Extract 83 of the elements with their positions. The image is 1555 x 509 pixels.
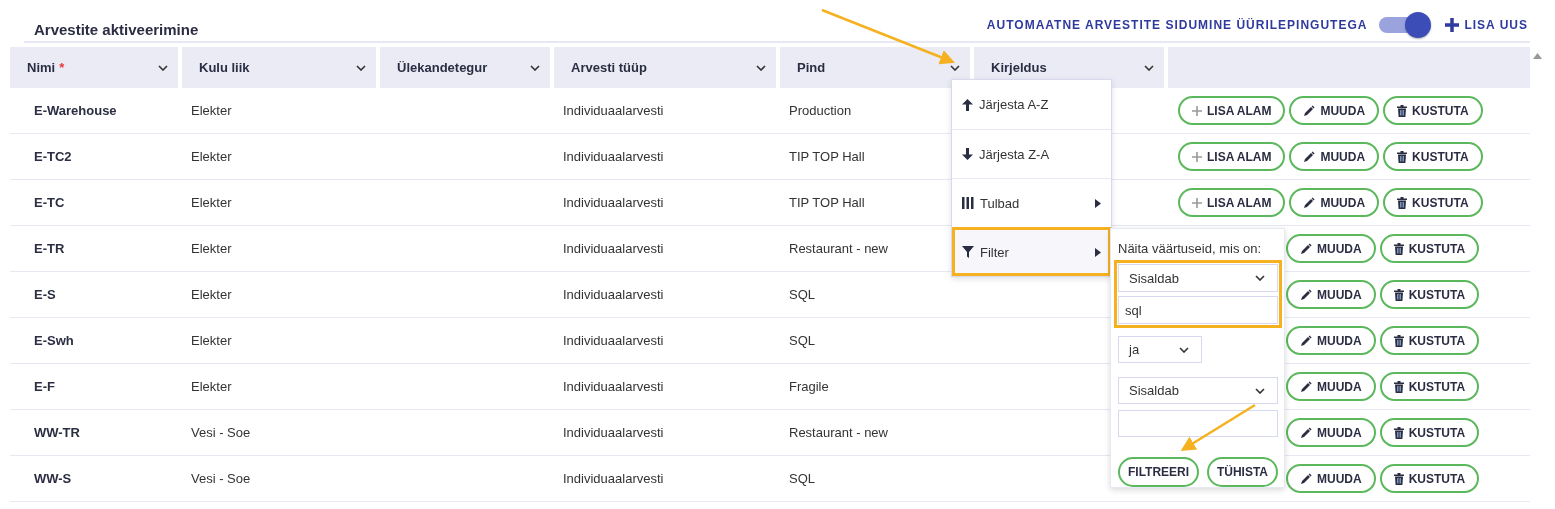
- table-cell: E-F: [34, 379, 55, 394]
- edit-button[interactable]: MUUDA: [1289, 188, 1380, 217]
- delete-button[interactable]: KUSTUTA: [1379, 280, 1480, 309]
- table-cell: Individuaalarvesti: [563, 425, 664, 440]
- table-cell: Individuaalarvesti: [563, 287, 664, 302]
- table-cell: SQL: [789, 471, 815, 486]
- edit-button[interactable]: MUUDA: [1286, 326, 1376, 355]
- column-header[interactable]: Kulu liik: [182, 47, 376, 88]
- edit-button[interactable]: MUUDA: [1286, 372, 1376, 401]
- table-cell: Restaurant - new: [789, 241, 888, 256]
- table-cell: Fragile: [789, 379, 829, 394]
- table-cell: TIP TOP Hall: [789, 195, 865, 210]
- table-cell: Elekter: [191, 287, 232, 302]
- table-cell: WW-S: [34, 471, 72, 486]
- header-label: Nimi: [27, 60, 56, 75]
- add-child-button[interactable]: LISA ALAM: [1178, 96, 1286, 125]
- header-label: Ülekandetegur: [397, 60, 488, 75]
- column-header[interactable]: Nimi *: [10, 47, 178, 88]
- table-cell: Vesi - Soe: [191, 471, 251, 486]
- table-cell: E-Warehouse: [34, 103, 117, 118]
- table-cell: Individuaalarvesti: [563, 241, 664, 256]
- table-cell: E-Swh: [34, 333, 74, 348]
- delete-button[interactable]: KUSTUTA: [1379, 372, 1480, 401]
- delete-button[interactable]: KUSTUTA: [1383, 188, 1483, 217]
- table-cell: WW-TR: [34, 425, 80, 440]
- table-cell: Elekter: [191, 241, 232, 256]
- edit-button[interactable]: MUUDA: [1289, 96, 1380, 125]
- edit-button[interactable]: MUUDA: [1289, 142, 1380, 171]
- table-cell: Individuaalarvesti: [563, 195, 664, 210]
- table-cell: TIP TOP Hall: [789, 149, 865, 164]
- column-header[interactable]: Arvesti tüüp: [554, 47, 776, 88]
- add-child-button[interactable]: LISA ALAM: [1178, 188, 1286, 217]
- delete-button[interactable]: KUSTUTA: [1383, 96, 1483, 125]
- table-cell: E-TR: [34, 241, 65, 256]
- menu-item[interactable]: Tulbad: [952, 178, 1111, 227]
- table-cell: Restaurant - new: [789, 425, 888, 440]
- table-cell: SQL: [789, 287, 815, 302]
- table-cell: Elekter: [191, 195, 232, 210]
- table-cell: Individuaalarvesti: [563, 471, 664, 486]
- table-cell: Elekter: [191, 379, 232, 394]
- delete-button[interactable]: KUSTUTA: [1379, 326, 1480, 355]
- page-title: Arvestite aktiveerimine: [34, 21, 199, 38]
- menu-item[interactable]: Järjesta Z-A: [952, 129, 1111, 178]
- table-cell: Elekter: [191, 333, 232, 348]
- edit-button[interactable]: MUUDA: [1286, 418, 1376, 447]
- menu-item[interactable]: Filter: [952, 227, 1111, 276]
- table-cell: Elekter: [191, 149, 232, 164]
- table-cell: Individuaalarvesti: [563, 103, 664, 118]
- cancel-button[interactable]: TÜHISTA: [1206, 457, 1278, 487]
- add-child-button[interactable]: LISA ALAM: [1178, 142, 1286, 171]
- table-cell: Individuaalarvesti: [563, 379, 664, 394]
- header-label: Kirjeldus: [991, 60, 1047, 75]
- filter-label: Näita väärtuseid, mis on:: [1118, 241, 1263, 256]
- toggle-label: AUTOMAATNE ARVESTITE SIDUMINE ÜÜRILEPINGUTEGA: [986, 18, 1368, 32]
- column-header[interactable]: Pind: [780, 47, 970, 88]
- table-cell: Individuaalarvesti: [563, 333, 664, 348]
- edit-button[interactable]: MUUDA: [1286, 280, 1376, 309]
- header-label: Kulu liik: [199, 60, 250, 75]
- column-header[interactable]: Ülekandetegur: [380, 47, 550, 88]
- table-cell: Individuaalarvesti: [563, 149, 664, 164]
- header-label: Arvesti tüüp: [571, 60, 647, 75]
- edit-button[interactable]: MUUDA: [1286, 234, 1376, 263]
- table-cell: SQL: [789, 333, 815, 348]
- table-cell: E-TC2: [34, 149, 72, 164]
- condition-dropdown[interactable]: Sisaldab: [1118, 264, 1278, 292]
- table-cell: Elekter: [191, 103, 232, 118]
- required-mark: *: [59, 60, 65, 75]
- table-cell: E-TC: [34, 195, 65, 210]
- filter-input[interactable]: sql: [1118, 296, 1278, 324]
- delete-button[interactable]: KUSTUTA: [1379, 464, 1480, 493]
- add-new-button[interactable]: LISA UUS: [1445, 18, 1528, 32]
- delete-button[interactable]: KUSTUTA: [1383, 142, 1483, 171]
- edit-button[interactable]: MUUDA: [1286, 464, 1376, 493]
- delete-button[interactable]: KUSTUTA: [1379, 418, 1480, 447]
- filter-button[interactable]: FILTREERI: [1118, 457, 1200, 487]
- condition-dropdown[interactable]: Sisaldab: [1118, 377, 1278, 404]
- table-cell: Production: [789, 103, 852, 118]
- table-cell: E-S: [34, 287, 56, 302]
- operator-dropdown[interactable]: ja: [1118, 336, 1202, 363]
- table-cell: Vesi - Soe: [191, 425, 251, 440]
- delete-button[interactable]: KUSTUTA: [1379, 234, 1480, 263]
- menu-item[interactable]: Järjesta A-Z: [952, 80, 1111, 129]
- header-label: Pind: [797, 60, 826, 75]
